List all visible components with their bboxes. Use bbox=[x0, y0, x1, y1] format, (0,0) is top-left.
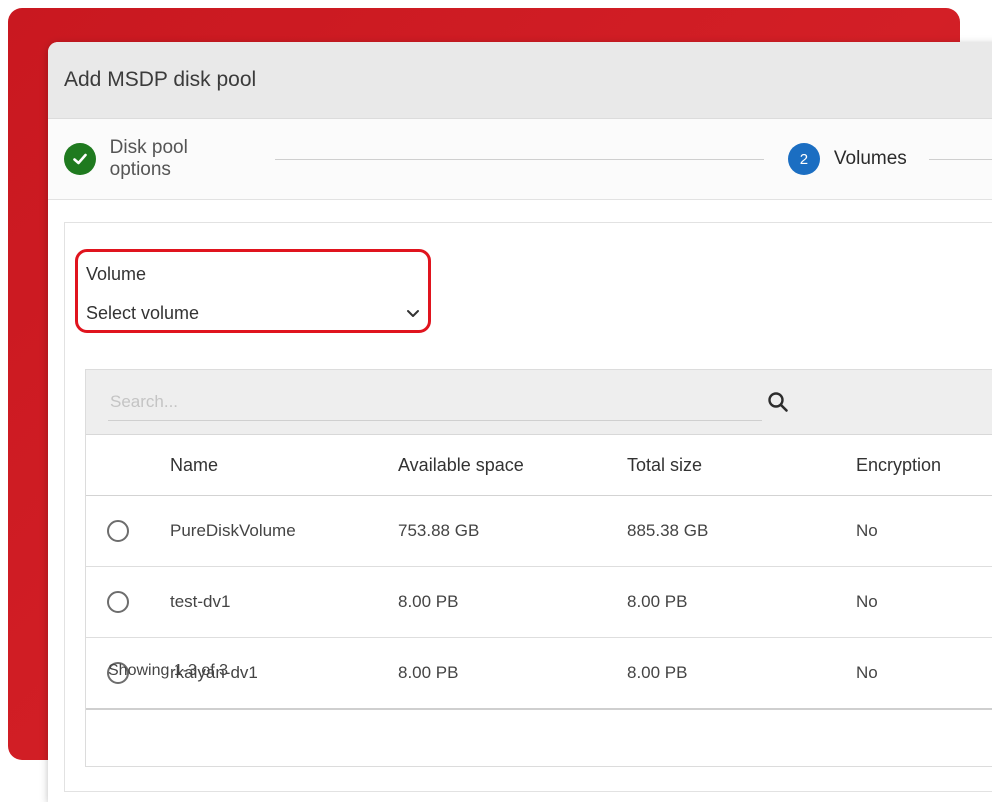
volumes-table: Name Available space Total size Encrypti… bbox=[85, 369, 992, 767]
cell-encryption: No bbox=[856, 592, 878, 611]
step-connector-next bbox=[928, 158, 992, 160]
add-disk-pool-dialog: Add MSDP disk pool Disk pool options 2 V… bbox=[48, 42, 992, 802]
cell-name: test-dv1 bbox=[170, 592, 231, 611]
column-header-total-size[interactable]: Total size bbox=[627, 455, 702, 476]
step-volumes[interactable]: 2 Volumes bbox=[787, 143, 907, 175]
content-panel: Volume Select volume Search... Name Avai… bbox=[64, 222, 992, 792]
table-row[interactable]: PureDiskVolume 753.88 GB 885.38 GB No bbox=[86, 496, 992, 567]
stepper: Disk pool options 2 Volumes bbox=[48, 119, 992, 200]
check-circle-icon bbox=[64, 143, 96, 175]
cell-total-size: 885.38 GB bbox=[627, 521, 709, 540]
column-header-available-space[interactable]: Available space bbox=[398, 455, 524, 476]
search-bar bbox=[86, 370, 992, 435]
step-label-disk-pool-options: Disk pool options bbox=[109, 137, 188, 180]
cell-encryption: No bbox=[856, 663, 878, 682]
volume-label: Volume bbox=[86, 264, 147, 284]
radio-icon[interactable] bbox=[107, 520, 129, 542]
cell-name: PureDiskVolume bbox=[170, 521, 296, 540]
volume-field: Volume Select volume bbox=[75, 249, 431, 333]
step-disk-pool-options[interactable]: Disk pool options bbox=[64, 137, 253, 181]
cell-total-size: 8.00 PB bbox=[627, 592, 688, 611]
table-header-row: Name Available space Total size Encrypti… bbox=[86, 435, 992, 496]
step-label-volumes: Volumes bbox=[833, 148, 907, 169]
dialog-title: Add MSDP disk pool bbox=[64, 68, 257, 91]
dialog-header: Add MSDP disk pool bbox=[48, 42, 992, 119]
cell-available-space: 8.00 PB bbox=[398, 663, 459, 682]
cell-available-space: 753.88 GB bbox=[398, 521, 480, 540]
column-header-encryption[interactable]: Encryption bbox=[856, 455, 941, 476]
table-footer-count: Showing 1-3 of 3 bbox=[108, 662, 229, 679]
stage: Add MSDP disk pool Disk pool options 2 V… bbox=[0, 0, 992, 802]
volume-select-value: Select volume bbox=[86, 302, 200, 323]
column-header-name[interactable]: Name bbox=[170, 455, 218, 476]
cell-encryption: No bbox=[856, 521, 878, 540]
search-input[interactable] bbox=[108, 384, 762, 421]
volume-select[interactable]: Select volume bbox=[86, 300, 422, 326]
radio-icon[interactable] bbox=[107, 591, 129, 613]
table-row[interactable]: test-dv1 8.00 PB 8.00 PB No bbox=[86, 567, 992, 638]
search-icon[interactable] bbox=[766, 390, 790, 414]
cell-total-size: 8.00 PB bbox=[627, 663, 688, 682]
chevron-down-icon bbox=[404, 304, 422, 322]
step-number-badge: 2 bbox=[787, 143, 820, 175]
step-connector bbox=[274, 158, 764, 160]
cell-available-space: 8.00 PB bbox=[398, 592, 459, 611]
